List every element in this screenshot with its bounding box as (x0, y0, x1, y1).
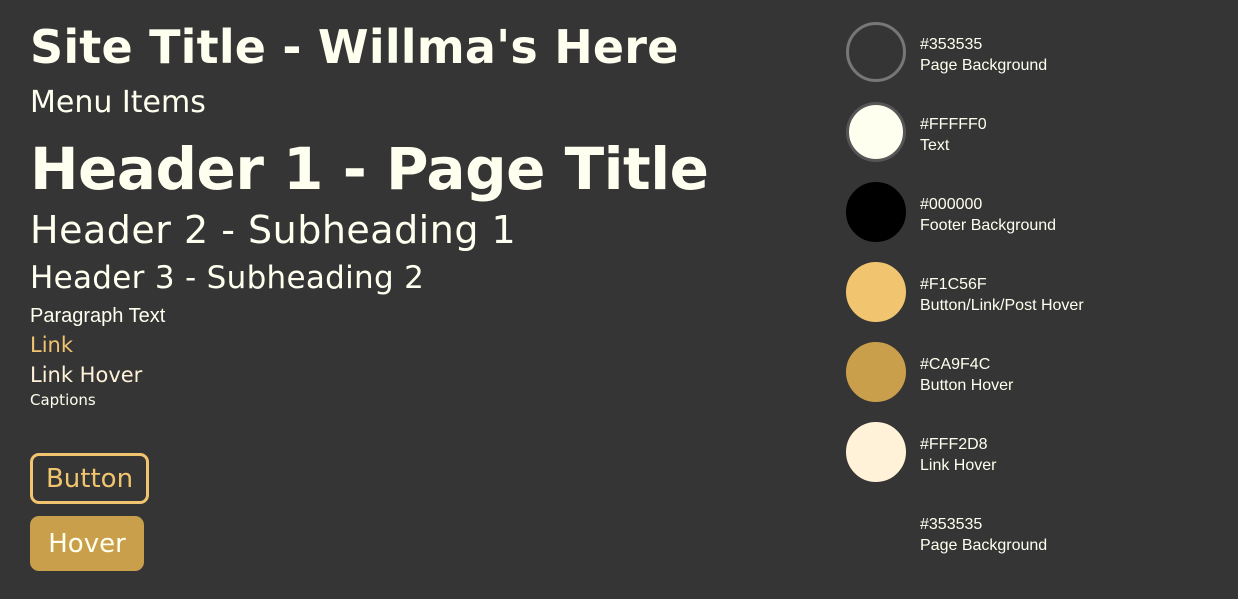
palette-row: #353535 Page Background (846, 502, 1226, 562)
swatch-hex: #F1C56F (920, 276, 987, 293)
swatch-label: Button/Link/Post Hover (920, 297, 1084, 314)
swatch-label: Link Hover (920, 457, 997, 474)
header-1-sample: Header 1 - Page Title (30, 135, 709, 203)
palette-row: #FFF2D8 Link Hover (846, 422, 1226, 482)
captions-sample: Captions (30, 391, 96, 409)
color-swatch-footer-background (846, 182, 906, 242)
swatch-hex: #000000 (920, 196, 983, 213)
swatch-label: Footer Background (920, 217, 1057, 234)
site-title[interactable]: Site Title - Willma's Here (30, 24, 679, 70)
color-swatch-page-background-2 (846, 502, 906, 562)
palette-row: #FFFFF0 Text (846, 102, 1226, 162)
swatch-hex: #FFFFF0 (920, 116, 987, 133)
swatch-hex: #353535 (920, 516, 983, 533)
swatch-hex: #FFF2D8 (920, 436, 988, 453)
swatch-label: Page Background (920, 57, 1048, 74)
color-swatch-text (846, 102, 906, 162)
palette-row: #F1C56F Button/Link/Post Hover (846, 262, 1226, 322)
paragraph-sample: Paragraph Text (30, 305, 166, 327)
header-2-sample: Header 2 - Subheading 1 (30, 208, 517, 252)
header-3-sample: Header 3 - Subheading 2 (30, 260, 425, 296)
swatch-hex: #CA9F4C (920, 356, 991, 373)
swatch-label: Page Background (920, 537, 1048, 554)
color-swatch-link-hover (846, 422, 906, 482)
typography-column: Site Title - Willma's Here Menu Items He… (30, 0, 810, 599)
hover-button[interactable]: Hover (30, 516, 144, 571)
color-swatch-button-hover (846, 342, 906, 402)
swatch-label: Button Hover (920, 377, 1014, 394)
palette-row: #CA9F4C Button Hover (846, 342, 1226, 402)
menu-items-sample[interactable]: Menu Items (30, 88, 206, 118)
link-hover-sample[interactable]: Link Hover (30, 365, 142, 386)
link-sample[interactable]: Link (30, 335, 73, 356)
outline-button[interactable]: Button (30, 453, 149, 504)
palette-row: #000000 Footer Background (846, 182, 1226, 242)
swatch-hex: #353535 (920, 36, 983, 53)
color-swatch-page-background (846, 22, 906, 82)
color-swatch-button-link-post-hover (846, 262, 906, 322)
swatch-label: Text (920, 137, 950, 154)
palette-row: #353535 Page Background (846, 22, 1226, 82)
